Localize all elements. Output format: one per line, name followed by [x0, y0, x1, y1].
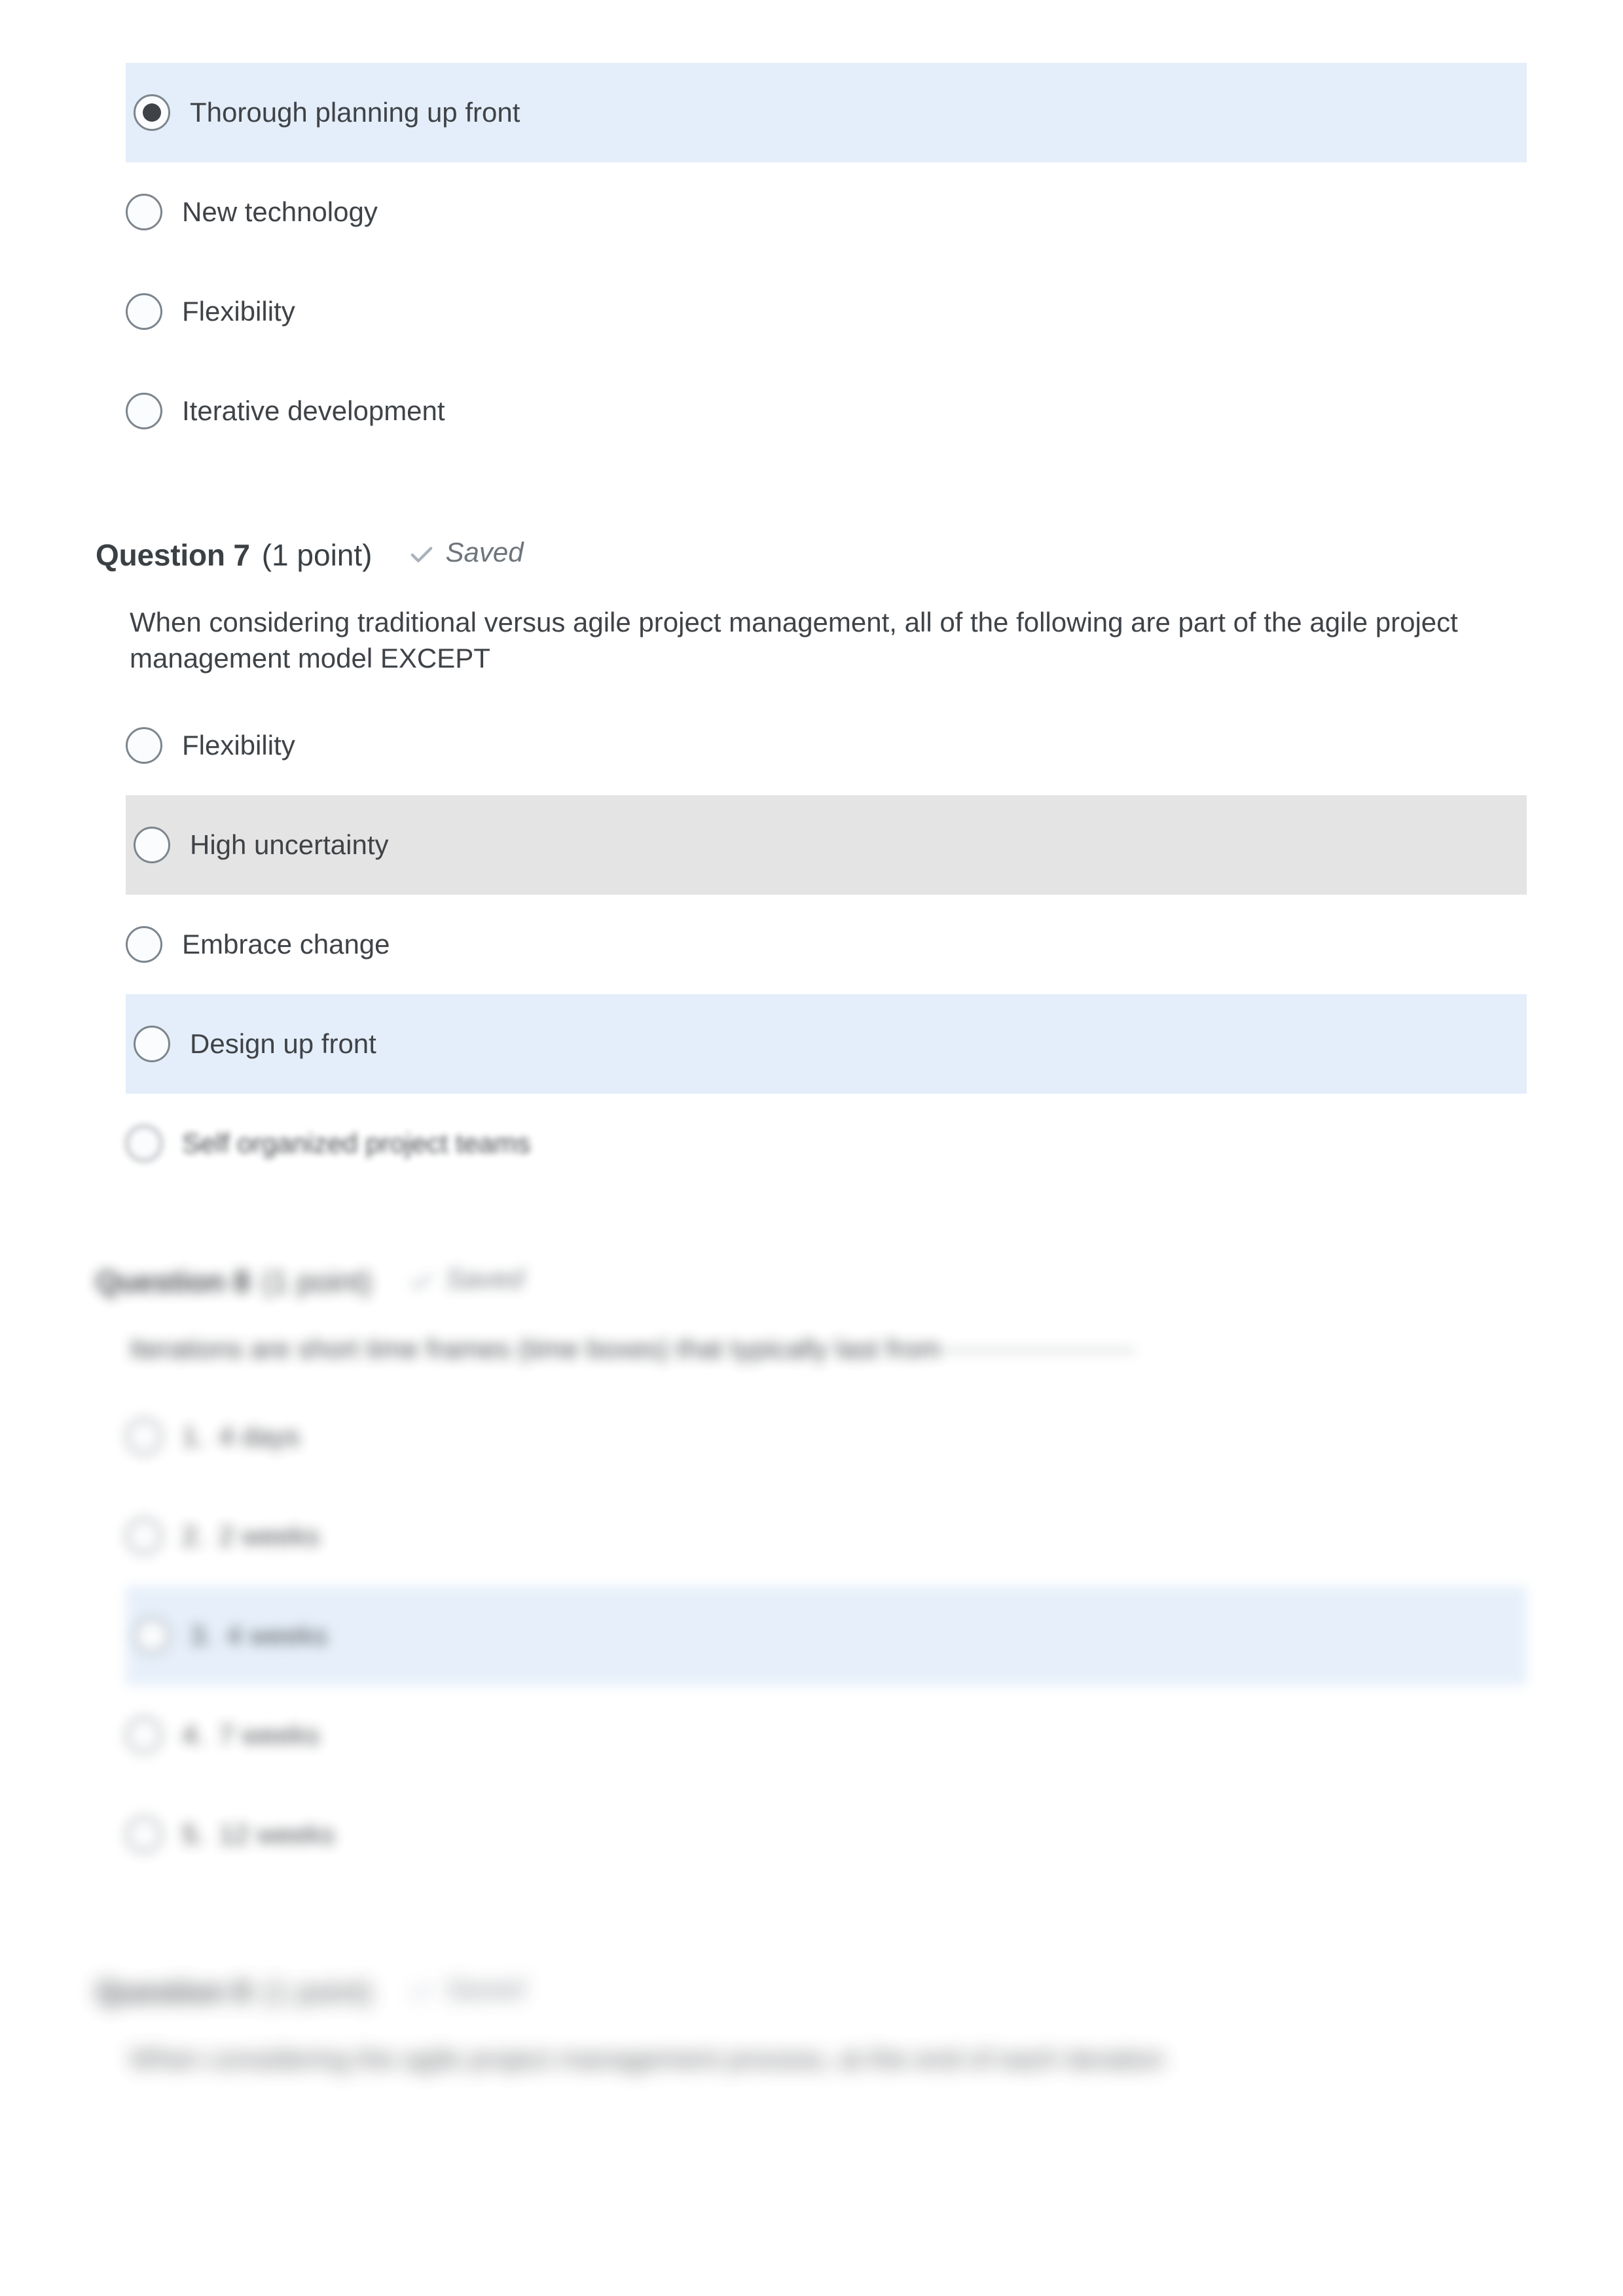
- option-row[interactable]: Self organized project teams: [0, 1094, 1623, 1193]
- option-text: 4 days: [219, 1420, 300, 1452]
- radio-button[interactable]: [126, 1816, 162, 1853]
- option-number: 4.: [182, 1719, 206, 1750]
- question-8-header: Question 8 (1 point) Saved: [96, 1263, 1623, 1309]
- option-label: 1. 4 days: [182, 1420, 300, 1452]
- radio-button[interactable]: [134, 1026, 170, 1063]
- quiz-page: Thorough planning up front New technolog…: [0, 0, 1623, 2296]
- question-text: Iterations are short time frames (time b…: [130, 1331, 1511, 1367]
- question-8-block: Question 8 (1 point) Saved Iterations ar…: [0, 1263, 1623, 1884]
- option-text: 2 weeks: [219, 1520, 320, 1551]
- option-row[interactable]: Thorough planning up front: [126, 63, 1527, 162]
- question-text: When considering the agile project manag…: [130, 2043, 1165, 2074]
- question-9-block: Question 9 (1 point) Saved When consider…: [0, 1973, 1623, 2077]
- question-6-option-list: Thorough planning up front New technolog…: [0, 63, 1623, 461]
- radio-button[interactable]: [134, 827, 170, 864]
- question-number: Question 8: [96, 1265, 250, 1299]
- option-row[interactable]: 3. 4 weeks: [126, 1585, 1527, 1685]
- option-label: Design up front: [190, 1028, 376, 1060]
- radio-button[interactable]: [126, 194, 162, 230]
- radio-button[interactable]: [126, 1125, 162, 1162]
- radio-button[interactable]: [134, 94, 170, 131]
- option-label: Flexibility: [182, 730, 295, 761]
- question-7-header: Question 7 (1 point) Saved: [96, 537, 1623, 583]
- question-points: (1 point): [261, 538, 373, 572]
- option-row[interactable]: Embrace change: [0, 895, 1623, 994]
- option-number: 5.: [182, 1818, 206, 1850]
- option-label: Thorough planning up front: [190, 97, 520, 128]
- option-label: Iterative development: [182, 395, 445, 426]
- option-row[interactable]: 2. 2 weeks: [0, 1486, 1623, 1586]
- option-number: 2.: [182, 1520, 206, 1551]
- radio-button[interactable]: [126, 1517, 162, 1554]
- option-text: 12 weeks: [219, 1818, 335, 1850]
- question-8-option-list: 1. 4 days 2. 2 weeks 3. 4 weeks 4. 7 weeks 5…: [0, 1387, 1623, 1884]
- option-label: High uncertainty: [190, 829, 389, 861]
- option-label: 3. 4 weeks: [190, 1619, 328, 1651]
- option-text: 7 weeks: [219, 1719, 320, 1750]
- saved-status: Saved: [409, 537, 524, 568]
- saved-label: Saved: [445, 1263, 524, 1294]
- saved-status: Saved: [409, 1973, 524, 2005]
- option-row[interactable]: Flexibility: [0, 696, 1623, 795]
- question-text-content: Iterations are short time frames (time b…: [130, 1333, 941, 1364]
- option-label: Self organized project teams: [182, 1128, 531, 1159]
- option-row[interactable]: 4. 7 weeks: [0, 1685, 1623, 1785]
- option-row[interactable]: 5. 12 weeks: [0, 1785, 1623, 1884]
- option-row[interactable]: High uncertainty: [126, 795, 1527, 895]
- check-icon: [409, 1268, 435, 1294]
- option-label: 2. 2 weeks: [182, 1522, 319, 1550]
- question-points: (1 point): [261, 1265, 373, 1299]
- radio-button[interactable]: [126, 293, 162, 330]
- question-9-header: Question 9 (1 point) Saved: [96, 1973, 1623, 2019]
- radio-button[interactable]: [134, 1617, 170, 1654]
- option-row[interactable]: Iterative development: [0, 361, 1623, 461]
- option-row[interactable]: 1. 4 days: [0, 1387, 1623, 1486]
- question-number: Question 9: [96, 1975, 250, 2009]
- option-label: 5. 12 weeks: [182, 1818, 335, 1850]
- radio-button[interactable]: [126, 926, 162, 963]
- option-number: 3.: [190, 1619, 213, 1651]
- option-row[interactable]: Design up front: [126, 994, 1527, 1094]
- question-text: When considering traditional versus agil…: [130, 607, 1458, 673]
- question-points: (1 point): [261, 1975, 373, 2009]
- option-number: 1.: [182, 1420, 206, 1452]
- option-label: 4. 7 weeks: [182, 1721, 319, 1749]
- question-6-options-block: Thorough planning up front New technolog…: [0, 63, 1623, 461]
- option-label: Flexibility: [182, 296, 295, 327]
- blank-fill-line: [945, 1350, 1135, 1352]
- saved-label: Saved: [445, 1973, 524, 2004]
- radio-button[interactable]: [126, 1418, 162, 1455]
- saved-status: Saved: [409, 1263, 524, 1295]
- question-7-option-list: Flexibility High uncertainty Embrace cha…: [0, 696, 1623, 1193]
- radio-button[interactable]: [126, 727, 162, 764]
- option-text: 4 weeks: [227, 1619, 328, 1651]
- question-7-block: Question 7 (1 point) Saved When consider…: [0, 537, 1623, 1193]
- option-label: New technology: [182, 196, 378, 227]
- question-number: Question 7: [96, 538, 250, 572]
- check-icon: [409, 541, 435, 567]
- check-icon: [409, 1978, 435, 2004]
- option-row[interactable]: Flexibility: [0, 262, 1623, 361]
- option-label: Embrace change: [182, 929, 390, 960]
- saved-label: Saved: [445, 537, 524, 567]
- radio-button[interactable]: [126, 1716, 162, 1753]
- radio-button[interactable]: [126, 393, 162, 429]
- option-row[interactable]: New technology: [0, 162, 1623, 262]
